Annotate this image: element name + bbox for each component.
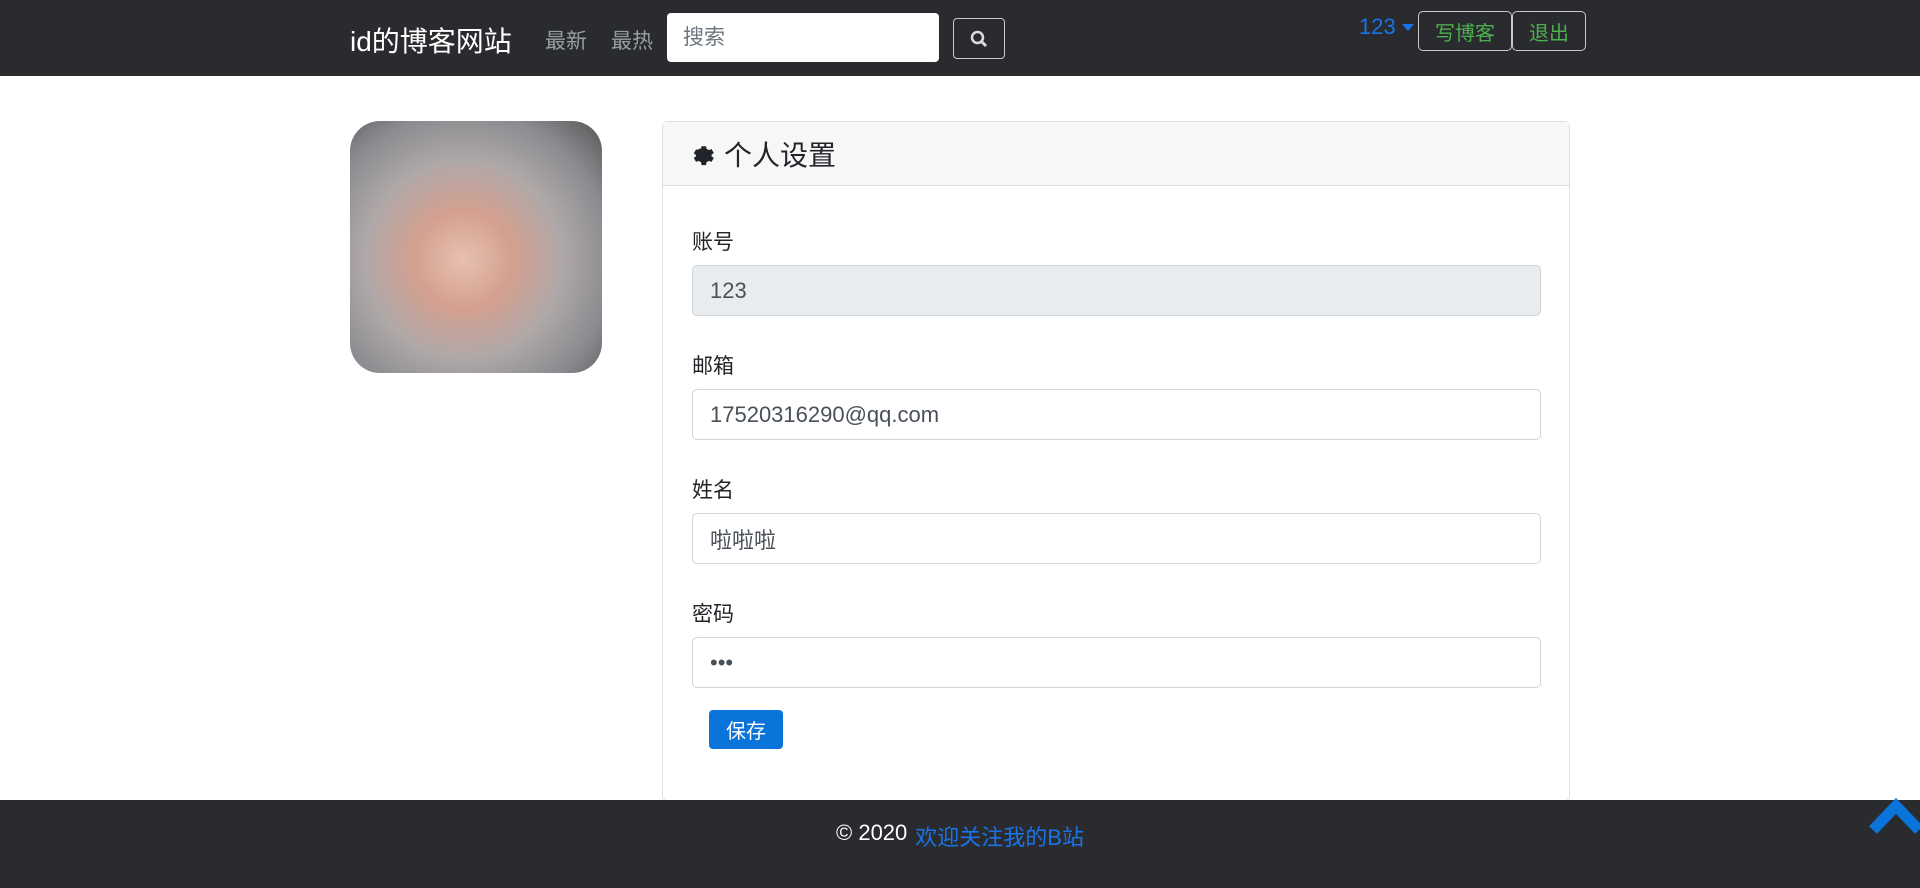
- password-label: 密码: [692, 603, 734, 626]
- footer: © 2020 欢迎关注我的B站: [0, 800, 1920, 888]
- username: 123: [1359, 14, 1396, 39]
- card-header: 个人设置: [663, 122, 1569, 186]
- name-field[interactable]: 啦啦啦: [692, 513, 1541, 564]
- email-label: 邮箱: [692, 355, 734, 378]
- page-title: 个人设置: [724, 139, 837, 171]
- email-field[interactable]: 17520316290@qq.com: [692, 389, 1541, 440]
- account-field: 123: [692, 265, 1541, 316]
- write-blog-button[interactable]: 写博客: [1418, 11, 1512, 51]
- navbar: id的博客网站 最新 最热 123 写博客 退出: [0, 0, 1920, 76]
- nav-latest[interactable]: 最新: [545, 25, 587, 55]
- back-to-top-chevron-icon[interactable]: [1868, 796, 1920, 836]
- password-field[interactable]: •••: [692, 637, 1541, 688]
- logout-button[interactable]: 退出: [1512, 11, 1586, 51]
- copyright: © 2020: [836, 820, 908, 845]
- settings-card: 个人设置 账号 123 邮箱 17520316290@qq.com 姓名 啦啦啦…: [662, 121, 1570, 801]
- nav-hot[interactable]: 最热: [611, 25, 653, 55]
- brand-logo[interactable]: id的博客网站: [350, 20, 512, 60]
- user-dropdown[interactable]: 123: [1359, 14, 1414, 40]
- search-button[interactable]: [953, 18, 1005, 59]
- account-label: 账号: [692, 231, 734, 254]
- save-button[interactable]: 保存: [709, 710, 783, 749]
- caret-down-icon: [1401, 23, 1414, 31]
- name-label: 姓名: [692, 479, 734, 502]
- search-input[interactable]: [667, 13, 939, 62]
- avatar: [350, 121, 602, 373]
- bilibili-link[interactable]: 欢迎关注我的B站: [915, 820, 1084, 888]
- gear-icon: [693, 145, 714, 165]
- search-icon: [970, 30, 988, 47]
